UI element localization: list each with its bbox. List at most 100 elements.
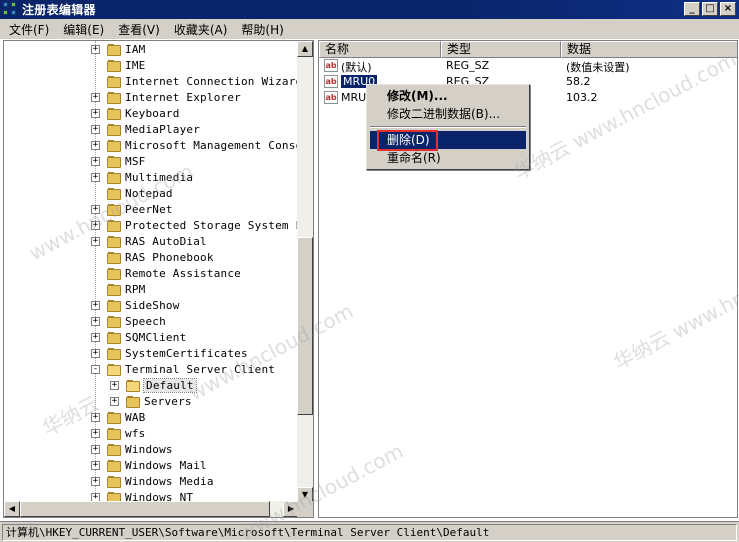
- tree-node-label: Microsoft Management Console: [125, 139, 299, 152]
- expand-icon[interactable]: +: [91, 333, 100, 342]
- tree-node-servers[interactable]: + Servers: [4, 394, 299, 410]
- tree-node-sqmclient[interactable]: + SQMClient: [4, 330, 299, 346]
- expand-icon[interactable]: +: [91, 221, 100, 230]
- value-data: 103.2: [566, 91, 598, 104]
- tree-node-sideshow[interactable]: + SideShow: [4, 298, 299, 314]
- tree-node-label: Protected Storage System Prov: [125, 219, 299, 232]
- tree-node-mediaplayer[interactable]: + MediaPlayer: [4, 122, 299, 138]
- tree-node-label: Terminal Server Client: [125, 363, 276, 376]
- expand-icon[interactable]: +: [110, 397, 119, 406]
- expand-icon[interactable]: +: [91, 173, 100, 182]
- expand-icon[interactable]: +: [91, 125, 100, 134]
- context-modify[interactable]: 修改(M)...: [370, 87, 526, 105]
- expand-icon[interactable]: +: [91, 157, 100, 166]
- tree-node-rpm[interactable]: RPM: [4, 282, 299, 298]
- value-type: REG_SZ: [446, 59, 490, 72]
- collapse-icon[interactable]: -: [91, 365, 100, 374]
- tree-node-iam[interactable]: + IAM: [4, 42, 299, 58]
- tree-node-wab[interactable]: + WAB: [4, 410, 299, 426]
- tree-node-default[interactable]: + Default: [4, 378, 299, 394]
- minimize-button[interactable]: _: [684, 2, 700, 16]
- close-button[interactable]: ×: [720, 2, 736, 16]
- scroll-up-arrow-icon[interactable]: ▲: [297, 41, 313, 57]
- tree-node-label: Speech: [125, 315, 166, 328]
- expand-icon[interactable]: +: [91, 445, 100, 454]
- tree-vertical-scrollbar[interactable]: ▲ ▼: [297, 41, 313, 503]
- menu-bar: 文件(F) 编辑(E) 查看(V) 收藏夹(A) 帮助(H): [0, 19, 739, 39]
- expand-icon[interactable]: +: [91, 461, 100, 470]
- tree-node-peernet[interactable]: + PeerNet: [4, 202, 299, 218]
- tree-node-ime[interactable]: IME: [4, 58, 299, 74]
- column-type-header[interactable]: 类型: [441, 41, 561, 58]
- context-menu: 修改(M)... 修改二进制数据(B)... 删除(D) 重命名(R): [366, 84, 530, 170]
- tree-node-microsoft-management-console[interactable]: + Microsoft Management Console: [4, 138, 299, 154]
- value-data: 58.2: [566, 75, 591, 88]
- menu-help[interactable]: 帮助(H): [234, 21, 290, 38]
- menu-file[interactable]: 文件(F): [2, 21, 56, 38]
- tree-node-wfs[interactable]: + wfs: [4, 426, 299, 442]
- tree-node-internet-explorer[interactable]: + Internet Explorer: [4, 90, 299, 106]
- tree-node-label: Internet Explorer: [125, 91, 241, 104]
- expand-icon[interactable]: +: [91, 109, 100, 118]
- regedit-icon: [3, 2, 18, 17]
- expand-icon[interactable]: +: [110, 381, 119, 390]
- title-bar: 注册表编辑器 _ □ ×: [0, 0, 739, 19]
- expand-icon[interactable]: +: [91, 349, 100, 358]
- value-data: (数值未设置): [566, 61, 630, 74]
- folder-icon: [107, 156, 122, 168]
- tree-horizontal-scrollbar[interactable]: ◀ ▶: [4, 501, 299, 517]
- expand-icon[interactable]: +: [91, 237, 100, 246]
- folder-icon: [107, 300, 122, 312]
- tree-node-speech[interactable]: + Speech: [4, 314, 299, 330]
- context-modify-binary[interactable]: 修改二进制数据(B)...: [370, 105, 526, 123]
- tree-node-label: PeerNet: [125, 203, 173, 216]
- menu-edit[interactable]: 编辑(E): [56, 21, 111, 38]
- tree-node-keyboard[interactable]: + Keyboard: [4, 106, 299, 122]
- folder-icon: [126, 396, 141, 408]
- menu-view[interactable]: 查看(V): [111, 21, 167, 38]
- tree-node-ras-autodial[interactable]: + RAS AutoDial: [4, 234, 299, 250]
- tree-node-label: Windows Media: [125, 475, 214, 488]
- tree-node-msf[interactable]: + MSF: [4, 154, 299, 170]
- expand-icon[interactable]: +: [91, 477, 100, 486]
- tree-node-terminal-server-client[interactable]: - Terminal Server Client: [4, 362, 299, 378]
- expand-icon[interactable]: +: [91, 45, 100, 54]
- expand-icon[interactable]: +: [91, 317, 100, 326]
- folder-icon: [107, 332, 122, 344]
- column-data-header[interactable]: 数据: [561, 41, 737, 58]
- tree-node-remote-assistance[interactable]: Remote Assistance: [4, 266, 299, 282]
- expand-icon[interactable]: +: [91, 141, 100, 150]
- maximize-button[interactable]: □: [702, 2, 718, 16]
- tree-node-windows-media[interactable]: + Windows Media: [4, 474, 299, 490]
- tree-node-systemcertificates[interactable]: + SystemCertificates: [4, 346, 299, 362]
- folder-icon: [107, 204, 122, 216]
- value-name: (默认): [341, 61, 372, 74]
- context-rename[interactable]: 重命名(R): [370, 149, 526, 167]
- tree-node-ras-phonebook[interactable]: RAS Phonebook: [4, 250, 299, 266]
- expand-icon[interactable]: +: [91, 93, 100, 102]
- expand-icon[interactable]: +: [91, 205, 100, 214]
- scroll-left-arrow-icon[interactable]: ◀: [4, 501, 20, 517]
- tree-node-internet-connection-wizard[interactable]: Internet Connection Wizard: [4, 74, 299, 90]
- expand-icon[interactable]: +: [91, 413, 100, 422]
- expand-icon[interactable]: +: [91, 429, 100, 438]
- window-title: 注册表编辑器: [22, 3, 96, 17]
- folder-icon: [107, 140, 122, 152]
- tree-node-windows[interactable]: + Windows: [4, 442, 299, 458]
- menu-favorites[interactable]: 收藏夹(A): [167, 21, 235, 38]
- tree-node-label: WAB: [125, 411, 146, 424]
- tree-node-notepad[interactable]: Notepad: [4, 186, 299, 202]
- tree-node-label: Internet Connection Wizard: [125, 75, 299, 88]
- expand-icon[interactable]: +: [91, 301, 100, 310]
- column-name-header[interactable]: 名称: [319, 41, 441, 58]
- tree-vscroll-thumb[interactable]: [297, 237, 313, 415]
- string-value-icon: ab: [324, 59, 338, 72]
- tree-node-protected-storage-system-prov[interactable]: + Protected Storage System Prov: [4, 218, 299, 234]
- tree-node-multimedia[interactable]: + Multimedia: [4, 170, 299, 186]
- folder-icon: [107, 476, 122, 488]
- tree-node-windows-mail[interactable]: + Windows Mail: [4, 458, 299, 474]
- tree-node-label: RPM: [125, 283, 146, 296]
- delete-highlight-box: [377, 130, 438, 151]
- value-row-default[interactable]: ab (默认) REG_SZ (数值未设置): [319, 58, 737, 74]
- tree-hscroll-thumb[interactable]: [20, 501, 270, 517]
